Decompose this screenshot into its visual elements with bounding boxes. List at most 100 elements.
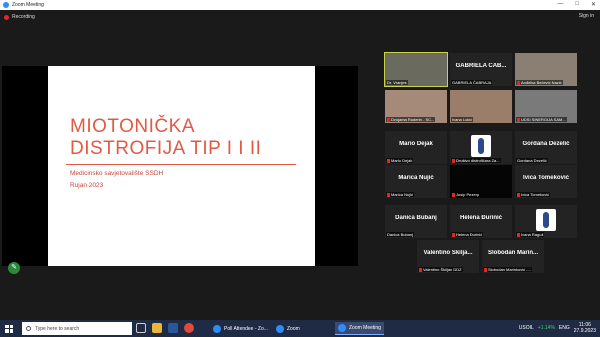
participant-caption: GABRIELA ČABRAJA	[451, 80, 493, 85]
muted-mic-icon	[484, 267, 487, 272]
recording-bar: Recording Sign in	[0, 10, 600, 24]
participant-caption: Valentino Škiljan DDZ	[418, 267, 463, 272]
participant-caption-text: Helena Đurinić	[456, 232, 483, 237]
participant-caption-text: Valentino Škiljan DDZ	[423, 267, 462, 272]
window-controls: — □ ✕	[557, 1, 596, 8]
sign-in-link[interactable]: Sign in	[579, 13, 594, 19]
slide-title-line-1: MIOTONIČKA	[70, 116, 195, 137]
system-tray: USOIL +1.14% ENG 11:06 27.9.2023	[519, 322, 596, 334]
task-view-icon[interactable]	[136, 323, 146, 333]
participant-name-large: Ivica Tomeković	[523, 175, 569, 181]
participant-tile[interactable]: Ivana Lukić	[450, 90, 512, 123]
participant-name-large: Mario Dejak	[399, 141, 433, 147]
participant-tile[interactable]: Marica Nujić Marica Nujić	[385, 165, 447, 198]
word-icon[interactable]	[168, 323, 178, 333]
participant-caption-text: Slobodan Marinković -...	[488, 267, 531, 272]
presentation-slide: MIOTONIČKA DISTROFIJA TIP I I II Medicin…	[48, 66, 315, 266]
participant-caption: Marica Nujić	[386, 192, 415, 197]
muted-mic-icon	[452, 158, 455, 163]
maximize-button[interactable]: □	[575, 1, 579, 8]
muted-mic-icon	[387, 158, 390, 163]
stock-ticker[interactable]: USOIL	[519, 325, 534, 331]
search-icon	[26, 326, 31, 331]
muted-mic-icon	[387, 192, 390, 197]
participant-caption-text: Društvo distrofičara Za...	[456, 158, 500, 163]
annotate-pencil-icon[interactable]: ✎	[8, 262, 20, 274]
slide-subtitle: Medicinsko savjetovalište SSDH	[70, 170, 164, 177]
recording-dot-icon	[4, 14, 9, 20]
participant-name-large: Gordana Dezelić	[522, 141, 570, 147]
taskbar-app-label: Zoom	[287, 325, 300, 332]
participant-tile[interactable]: Gordana Dezelić Gordana Dezelić	[515, 131, 577, 164]
participant-tile[interactable]: Danica Bubanj Danica Bubanj	[385, 205, 447, 238]
file-explorer-icon[interactable]	[152, 323, 162, 333]
participant-caption: Dvojama Ruderin - SC...	[386, 117, 436, 122]
participant-tile[interactable]: Anđelka Bečević Nazić	[515, 53, 577, 86]
participant-name-large: Valentino Škilja...	[423, 250, 473, 256]
participant-caption: Dr. Vranjes	[386, 80, 408, 85]
participant-tile[interactable]: Valentino Škilja... Valentino Škiljan DDZ	[417, 240, 479, 273]
participant-caption: Slobodan Marinković -...	[483, 267, 532, 272]
window-title: Zoom Meeting	[12, 2, 44, 8]
windows-start-icon[interactable]	[5, 324, 13, 333]
participant-caption-text: Gordana Dezelić	[517, 158, 547, 163]
participant-caption-text: Mario Dejak	[391, 158, 413, 163]
zoom-app-icon	[276, 324, 284, 333]
pinned-icons	[136, 323, 194, 333]
stock-change: +1.14%	[537, 325, 555, 331]
participant-caption-text: GABRIELA ČABRAJA	[452, 80, 492, 85]
organization-logo-icon	[536, 209, 556, 231]
taskbar-app-button[interactable]: Zoom Meeting	[335, 322, 384, 335]
participant-caption-text: Marica Nujić	[391, 192, 414, 197]
participant-tile[interactable]: Dvojama Ruderin - SC...	[385, 90, 447, 123]
recording-label[interactable]: Recording	[12, 14, 35, 20]
participant-tile[interactable]: Dr. Vranjes	[384, 52, 448, 87]
taskbar-search[interactable]: Type here to search	[22, 322, 132, 335]
participant-caption: Josip Pezerp	[451, 192, 481, 197]
participant-tile[interactable]: Ivica Tomeković Ivica Tomeković	[515, 165, 577, 198]
shared-screen: MIOTONIČKA DISTROFIJA TIP I I II Medicin…	[2, 66, 358, 266]
participant-name-large: Marica Nujić	[398, 175, 434, 181]
participant-tile[interactable]: Društvo distrofičara Za...	[450, 131, 512, 164]
participant-tile[interactable]: Helena Đurinić Helena Đurinić	[450, 205, 512, 238]
clock[interactable]: 11:06 27.9.2023	[574, 322, 596, 334]
participant-tile[interactable]: Slobodan Marin... Slobodan Marinković -..…	[482, 240, 544, 273]
participant-caption-text: Danica Bubanj	[387, 232, 414, 237]
muted-mic-icon	[419, 267, 422, 272]
muted-mic-icon	[387, 117, 390, 122]
participant-tile[interactable]: Josip Pezerp	[450, 165, 512, 198]
participant-caption: Ivana Raguž	[516, 232, 545, 237]
title-bar: Zoom Meeting — □ ✕	[0, 0, 600, 10]
participant-tile[interactable]: GABRIELA ČAB... GABRIELA ČABRAJA	[450, 53, 512, 86]
muted-mic-icon	[452, 192, 455, 197]
participant-tile[interactable]: UDSI SINERGIJA SAM...	[515, 90, 577, 123]
participant-caption-text: Dvojama Ruderin - SC...	[391, 117, 435, 122]
participant-caption-text: Dr. Vranjes	[387, 80, 407, 85]
chrome-icon[interactable]	[184, 323, 194, 333]
participant-caption: Ivica Tomeković	[516, 192, 551, 197]
close-button[interactable]: ✕	[591, 1, 596, 8]
participant-tile[interactable]: Ivana Raguž	[515, 205, 577, 238]
taskbar-app-label: Zoom Meeting	[349, 325, 381, 331]
taskbar-app-button[interactable]: Zoom	[273, 322, 303, 335]
participant-caption: Helena Đurinić	[451, 232, 484, 237]
language-indicator[interactable]: ENG	[559, 325, 570, 331]
slide-date: Rujan 2023	[70, 182, 104, 189]
participant-name-large: GABRIELA ČAB...	[455, 63, 507, 69]
participant-caption: Danica Bubanj	[386, 232, 415, 237]
participant-caption: UDSI SINERGIJA SAM...	[516, 117, 567, 122]
muted-mic-icon	[517, 117, 520, 122]
participant-caption: Ivana Lukić	[451, 117, 474, 122]
muted-mic-icon	[517, 192, 520, 197]
muted-mic-icon	[517, 80, 520, 85]
participant-name-large: Danica Bubanj	[395, 215, 437, 221]
participant-caption-text: Ivana Lukić	[452, 117, 473, 122]
organization-logo-icon	[471, 135, 491, 157]
participant-caption-text: Josip Pezerp	[456, 192, 480, 197]
zoom-window: Zoom Meeting — □ ✕ Recording Sign in MIO…	[0, 0, 600, 320]
minimize-button[interactable]: —	[557, 1, 563, 8]
participant-caption-text: Ivana Raguž	[521, 232, 544, 237]
participant-tile[interactable]: Mario Dejak Mario Dejak	[385, 131, 447, 164]
slide-divider	[66, 164, 296, 165]
taskbar-app-button[interactable]: Poll Attendee - Zo...	[210, 322, 271, 335]
